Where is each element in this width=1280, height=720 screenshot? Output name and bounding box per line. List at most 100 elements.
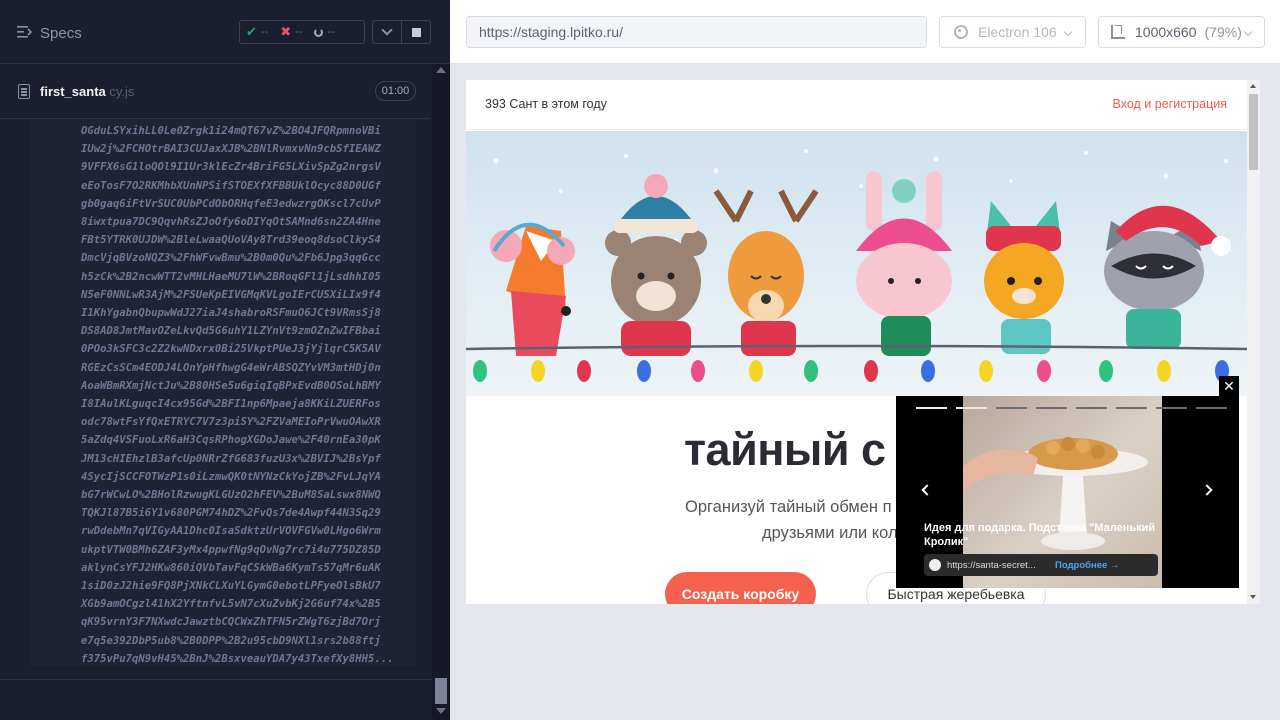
ad-more-link[interactable]: Подробнее → [1055, 560, 1119, 571]
chevron-left-icon[interactable] [921, 484, 933, 496]
site-title: тайный с [684, 424, 886, 475]
log-line: f375vPu7qN9vH45%2BnJ%2BsxveauYDA7y43Txef… [81, 652, 394, 665]
log-text: OGduLSYxihLL0Le0Zrgk1i24mQT67vZ%2BO4JFQR… [81, 122, 394, 665]
spec-file-row[interactable]: first_santa cy.js 01:00 [0, 64, 430, 119]
hero-illustration [466, 131, 1247, 396]
log-line: e7q5e392DbP5ub8%2B0DPP%2B2u95cbD9NXl1srs… [81, 634, 381, 647]
log-line: 5aZdq4VSFuoLxR6aH3CqsRPhogXGDoJawe%2F40r… [81, 434, 381, 447]
check-icon: ✔ [246, 24, 257, 39]
log-line: qK95vrnY3F7NXwdcJawztbCQCWxZhTFN5rZWgT6z… [81, 616, 381, 629]
spec-file-name: first_santa cy.js [40, 84, 135, 99]
log-line: rwDdebMn7qVIGyAA1Dhc0IsaSdktzUrVOVFGVw0L… [81, 525, 381, 538]
log-line: 9VFFX6sG1loQOl9I1Ur3klEcZr4BriFG5LXivSpZ… [81, 161, 381, 174]
log-line: I8IAulKLguqcI4cx95Gd%2BFI1np6Mpaeja8KKiL… [81, 398, 381, 411]
garland-lights [473, 360, 1229, 382]
chevron-down-icon [1243, 27, 1253, 37]
reporter-scroll-thumb[interactable] [435, 678, 447, 704]
viewport-size: 1000x660 [1135, 24, 1197, 40]
cat-figure [984, 201, 1064, 354]
log-line: OGduLSYxihLL0Le0Zrgk1i24mQT67vZ%2BO4JFQR… [81, 125, 381, 137]
login-link[interactable]: Вход и регистрация [1113, 97, 1227, 111]
pending-stat: -- [308, 26, 340, 38]
ruler-icon [1111, 25, 1125, 39]
raccoon-figure [1104, 205, 1231, 349]
failed-stat: ✖ -- [274, 24, 308, 40]
url-text: https://staging.lpitko.ru/ [479, 24, 623, 40]
browser-selector[interactable]: Electron 106 [939, 16, 1086, 48]
specs-list-icon[interactable] [17, 25, 33, 39]
chevron-down-icon [1063, 27, 1073, 37]
log-line: bG7rWCwLO%2BHolRzwugKLGUzO2hFEV%2BuM8SaL… [81, 489, 381, 502]
scroll-up-icon[interactable] [1250, 84, 1256, 88]
spec-duration: 01:00 [375, 81, 416, 101]
log-line: eEoTosF7O2RKMhbXUnNPSifSTOEXfXFBBUklOcyc… [81, 179, 381, 192]
log-line: I1KhYgabnQbupwWdJ27iaJ4shabroRSFmuO6JCt9… [81, 307, 381, 320]
fox-figure [490, 222, 575, 356]
ad-title: Идея для подарка. Подставка "Маленький К… [924, 522, 1156, 548]
scroll-up-icon[interactable] [436, 67, 446, 73]
spec-file-ext: cy.js [105, 84, 135, 99]
log-line: 8iwxtpua7DC9QqvhRsZJoOfy6oDIYqOtSAMnd6sn… [81, 216, 381, 229]
log-line: FBt5YTRK0UJDW%2BleLwaaQUoVAy8Trd39eoq8ds… [81, 234, 381, 247]
scroll-down-icon[interactable] [436, 708, 446, 714]
url-bar[interactable]: https://staging.lpitko.ru/ [466, 16, 927, 48]
site-subtitle-line2: друзьями или кол [762, 524, 898, 542]
site-header: 393 Сант в этом году Вход и регистрация [466, 80, 1247, 130]
log-line: odc78wtFsYfQxETRYC7V7z3piSY%2FZVaMEIoPrV… [81, 416, 381, 429]
test-stats: ✔ -- ✖ -- -- [239, 20, 365, 44]
log-line: N5eF0NNLwR3AjM%2FSUeKpEIVGMqKVLgoIErCUSX… [81, 288, 381, 301]
log-line: gb0gaq6iFtVrSUC0UbPCdObORHqfeE3edwzrgOKs… [81, 197, 381, 210]
cross-icon: ✖ [280, 24, 292, 39]
chevron-down-icon [381, 24, 393, 36]
browser-name: Electron 106 [978, 24, 1057, 40]
ad-url: https://santa-secret... [947, 559, 1036, 571]
document-icon [18, 84, 30, 99]
log-line: RGEzCsSCm4EODJ4LOnYpHfhwgG4eWrABSQZYvVM3… [81, 361, 381, 374]
failed-count: -- [295, 26, 303, 38]
stop-button[interactable] [401, 20, 431, 44]
log-line: h5zCk%2B2ncwWTT2vMHLHaeMU7lW%2BRoqGFl1jL… [81, 270, 381, 283]
site-subtitle-line1: Организуй тайный обмен п [685, 498, 892, 516]
reporter-footer-divider [0, 679, 432, 680]
reporter-header: Specs ✔ -- ✖ -- -- [0, 0, 450, 64]
collapse-button[interactable] [372, 20, 402, 44]
bear-figure [605, 174, 707, 356]
log-line: 4SycIjSCCFOTWzP1s0iLzmwQK0tNYNzCkYojZB%2… [81, 470, 381, 483]
scroll-down-icon[interactable] [1250, 595, 1256, 599]
specs-title[interactable]: Specs [40, 25, 82, 42]
chevron-right-icon[interactable] [1201, 484, 1213, 496]
log-line: 0POo3kSFC3c2Z2kwNDxrx0Bi25VkptPUeJ3jYjlq… [81, 343, 381, 356]
viewport-scale: (79%) [1204, 24, 1242, 40]
ad-link-bar[interactable]: https://santa-secret... Подробнее → [924, 554, 1158, 576]
log-line: TQKJl87B5i6Y1v680PGM74hDZ%2FvQs7de4Awpf4… [81, 507, 381, 520]
log-line: AoaWBmRXmjNctJu%2B80HSe5u6giqIqBPxEvdB0O… [81, 379, 381, 392]
log-line: JM13cHIEhzlB3afcUp0NRrZfG683fuzU3x%2BVIJ… [81, 452, 381, 465]
log-line: IUw2j%2FCHOtrBAI3CUJaxXJB%2BNlRvmxvNn9cb… [81, 143, 381, 156]
animals-illustration [466, 149, 1247, 382]
site-favicon-icon [929, 559, 941, 571]
reporter-scrollbar[interactable] [432, 64, 450, 720]
reporter-panel: Specs ✔ -- ✖ -- -- first_santa cy.js 01:… [0, 0, 450, 720]
close-icon: ✕ [1223, 378, 1235, 394]
santa-counter: 393 Сант в этом году [485, 97, 607, 111]
pending-count: -- [327, 26, 335, 38]
story-progress [916, 407, 1227, 409]
aut-scroll-thumb[interactable] [1249, 94, 1258, 170]
spinner-icon [314, 27, 324, 37]
log-line: 1siD0zJ2hie9FQ8PjXNkCLXuYLGymG0ebotLPFye… [81, 580, 381, 593]
log-line: DmcVjqBVzoNQZ3%2FhWFvwBmu%2B0m0Qu%2Fb6Jp… [81, 252, 381, 265]
deer-figure [713, 189, 819, 356]
ad-close-button[interactable]: ✕ [1219, 376, 1239, 396]
passed-count: -- [260, 26, 269, 38]
create-box-button[interactable]: Создать коробку [665, 572, 816, 604]
bunny-figure [856, 171, 952, 356]
log-line: ukptVTW0BMh6ZAF3yMx4ppwfNg9qOvNg7rc7i4u7… [81, 543, 381, 556]
command-log[interactable]: OGduLSYxihLL0Le0Zrgk1i24mQT67vZ%2BO4JFQR… [30, 119, 416, 665]
log-line: XGb9amOCgzl41hX2YftnfvL5vN7cXuZvbKj2G6uf… [81, 598, 381, 611]
ad-story[interactable]: Идея для подарка. Подставка "Маленький К… [896, 396, 1239, 588]
viewport-selector[interactable]: 1000x660 (79%) [1098, 16, 1265, 48]
stop-icon [411, 27, 421, 37]
passed-stat: ✔ -- [240, 24, 274, 40]
electron-icon [954, 25, 968, 39]
log-line: DS8AD8JmtMavOZeLkvQd5G6uhY1LZYnVt9zmOZnZ… [81, 325, 381, 338]
